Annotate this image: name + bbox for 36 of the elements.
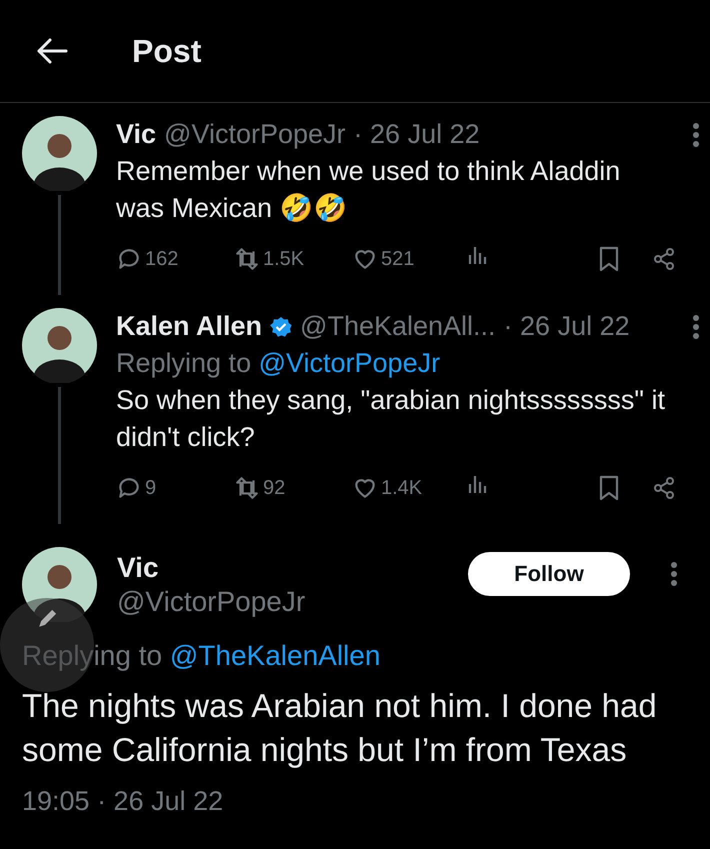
author-handle: @VictorPopeJr (117, 584, 306, 618)
handle-link[interactable]: @VictorPopeJr (258, 348, 440, 378)
bookmark-icon[interactable] (598, 475, 620, 501)
repost-count: 92 (263, 476, 286, 500)
post-date: · 26 Jul 22 (504, 310, 630, 343)
author-handle: @VictorPopeJr (164, 118, 346, 151)
more-options-icon[interactable] (670, 561, 678, 587)
like-count: 1.4K (381, 476, 422, 500)
more-options-icon[interactable] (692, 122, 700, 148)
author-name: Vic (117, 550, 159, 584)
page-title: Post (132, 32, 202, 70)
replying-to-text: Replying to @VictorPopeJr (116, 347, 442, 380)
share-icon[interactable] (652, 476, 676, 500)
handle-link[interactable]: @TheKalenAllen (170, 640, 380, 671)
bookmark-icon[interactable] (598, 246, 620, 272)
reply-count: 162 (145, 246, 178, 272)
repost-icon[interactable] (234, 246, 260, 272)
like-count: 521 (381, 246, 414, 272)
more-options-icon[interactable] (692, 314, 700, 340)
post-timestamp: 19:05 · 26 Jul 22 (22, 786, 224, 817)
post-text: Remember when we used to think Aladdin was Mexican 🤣🤣 (116, 155, 622, 225)
repost-count: 1.5K (263, 246, 304, 272)
reply-count: 9 (145, 476, 156, 500)
post-text: So when they sang, "arabian nightssssssss" it didn't click? (116, 384, 666, 454)
author-name: Kalen Allen (116, 310, 262, 343)
share-icon[interactable] (652, 247, 676, 271)
reply-icon[interactable] (116, 475, 142, 501)
author-handle: @TheKalenAll... (300, 310, 496, 343)
replying-to-text: Replying to @TheKalenAllen (22, 640, 380, 672)
post-text: The nights was Arabian not him. I done had some California nights but I’m from Texas (22, 686, 658, 770)
back-arrow-icon[interactable] (36, 38, 68, 64)
post-date: · 26 Jul 22 (354, 118, 480, 151)
reply-icon[interactable] (116, 246, 142, 272)
author-name: Vic (116, 118, 156, 151)
repost-icon[interactable] (234, 475, 260, 501)
follow-button[interactable]: Follow (468, 552, 630, 596)
